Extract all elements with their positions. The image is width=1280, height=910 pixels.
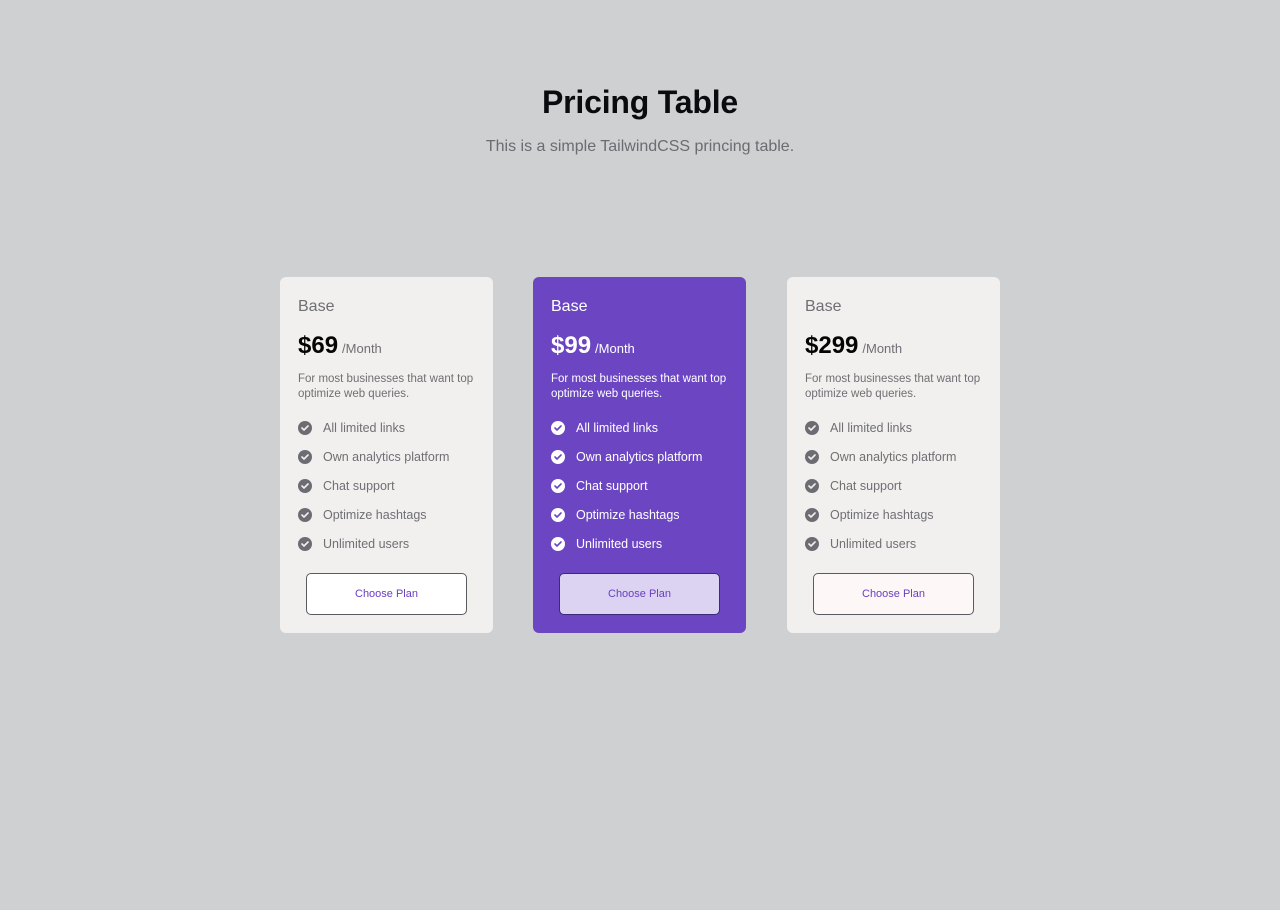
feature-label: Chat support: [576, 478, 648, 493]
feature-item: Chat support: [551, 471, 728, 500]
choose-plan-button[interactable]: Choose Plan: [813, 573, 974, 615]
page-header: Pricing Table This is a simple TailwindC…: [0, 82, 1280, 158]
feature-label: Own analytics platform: [830, 449, 957, 464]
plan-period: /Month: [342, 341, 382, 356]
feature-label: Unlimited users: [830, 536, 917, 551]
feature-item: Own analytics platform: [298, 442, 475, 471]
plan-name: Base: [298, 298, 335, 315]
check-circle-icon: [805, 536, 819, 551]
feature-item: Optimize hashtags: [298, 500, 475, 529]
plan-period: /Month: [862, 341, 903, 356]
feature-item: Unlimited users: [805, 529, 982, 558]
plan-name: Base: [551, 298, 588, 315]
plan-period: /Month: [595, 341, 635, 356]
feature-label: Optimize hashtags: [830, 507, 934, 522]
check-circle-icon: [551, 507, 565, 522]
check-circle-icon: [805, 507, 819, 522]
check-circle-icon: [805, 478, 819, 493]
price-row: $299 /Month: [805, 332, 982, 360]
check-circle-icon: [298, 536, 312, 551]
check-circle-icon: [298, 449, 312, 464]
feature-item: Unlimited users: [551, 529, 728, 558]
check-circle-icon: [551, 478, 565, 493]
pricing-card-basic: Base $69 /Month For most businesses that…: [280, 277, 493, 633]
check-circle-icon: [551, 536, 565, 551]
plan-price: $299: [805, 332, 859, 359]
feature-label: Chat support: [830, 478, 902, 493]
check-circle-icon: [298, 507, 312, 522]
plan-price: $69: [298, 332, 339, 359]
feature-item: All limited links: [551, 413, 728, 442]
feature-item: Unlimited users: [298, 529, 475, 558]
feature-item: All limited links: [805, 413, 982, 442]
feature-label: Optimize hashtags: [576, 507, 680, 522]
page-subtitle: This is a simple TailwindCSS princing ta…: [485, 138, 795, 155]
plan-name: Base: [805, 298, 842, 315]
feature-label: All limited links: [323, 420, 405, 435]
feature-item: Chat support: [298, 471, 475, 500]
feature-label: Own analytics platform: [576, 449, 703, 464]
pricing-card-featured: Base $99 /Month For most businesses that…: [533, 277, 746, 633]
check-circle-icon: [551, 420, 565, 435]
feature-item: Chat support: [805, 471, 982, 500]
feature-item: Optimize hashtags: [551, 500, 728, 529]
feature-list: All limited links Own analytics platform…: [298, 413, 475, 558]
check-circle-icon: [805, 449, 819, 464]
feature-item: All limited links: [298, 413, 475, 442]
feature-label: Chat support: [323, 478, 395, 493]
price-row: $99 /Month: [551, 332, 728, 360]
feature-item: Own analytics platform: [805, 442, 982, 471]
feature-label: Unlimited users: [576, 536, 663, 551]
feature-label: All limited links: [830, 420, 912, 435]
feature-label: Optimize hashtags: [323, 507, 427, 522]
plan-price: $99: [551, 332, 592, 359]
feature-list: All limited links Own analytics platform…: [551, 413, 728, 558]
check-circle-icon: [298, 478, 312, 493]
price-row: $69 /Month: [298, 332, 475, 360]
check-circle-icon: [805, 420, 819, 435]
choose-plan-button[interactable]: Choose Plan: [306, 573, 467, 615]
check-circle-icon: [298, 420, 312, 435]
feature-label: Own analytics platform: [323, 449, 450, 464]
feature-item: Optimize hashtags: [805, 500, 982, 529]
feature-label: Unlimited users: [323, 536, 410, 551]
pricing-card-premium: Base $299 /Month For most businesses tha…: [787, 277, 1000, 633]
page-title: Pricing Table: [542, 84, 738, 120]
feature-list: All limited links Own analytics platform…: [805, 413, 982, 558]
feature-label: All limited links: [576, 420, 658, 435]
plan-description: For most businesses that want top optimi…: [805, 373, 981, 400]
plan-description: For most businesses that want top optimi…: [298, 373, 474, 400]
plan-description: For most businesses that want top optimi…: [551, 373, 727, 400]
check-circle-icon: [551, 449, 565, 464]
feature-item: Own analytics platform: [551, 442, 728, 471]
choose-plan-button[interactable]: Choose Plan: [559, 573, 720, 615]
